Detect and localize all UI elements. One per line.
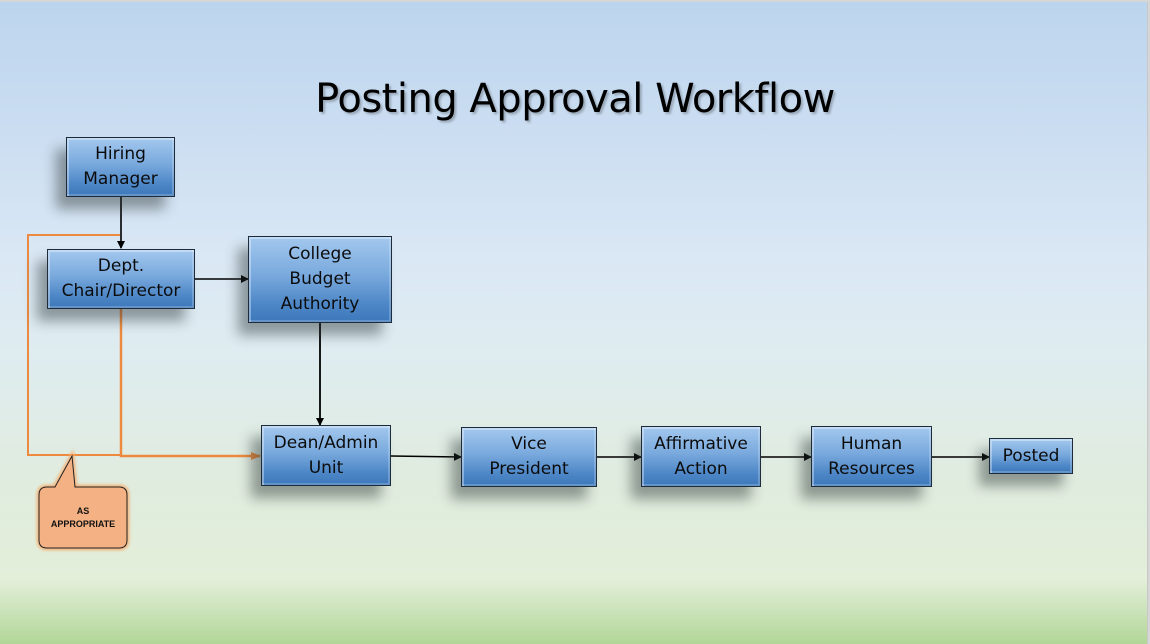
edge-dean-to-vp <box>390 452 462 461</box>
connectors <box>27 197 990 550</box>
node-human-resources: Human Resources <box>811 426 932 487</box>
orange-bypass-arrow <box>119 309 261 460</box>
node-affirmative-action: Affirmative Action <box>641 426 761 487</box>
node-college-budget-authority: College Budget Authority <box>248 236 392 323</box>
node-dept-chair: Dept. Chair/Director <box>47 249 195 309</box>
node-hiring-manager: Hiring Manager <box>66 137 175 197</box>
node-vice-president: Vice President <box>461 427 597 487</box>
node-posted: Posted <box>989 438 1073 474</box>
callout-as-appropriate: AS APPROPRIATE <box>50 505 116 529</box>
node-dean-admin-unit: Dean/Admin Unit <box>261 425 391 486</box>
